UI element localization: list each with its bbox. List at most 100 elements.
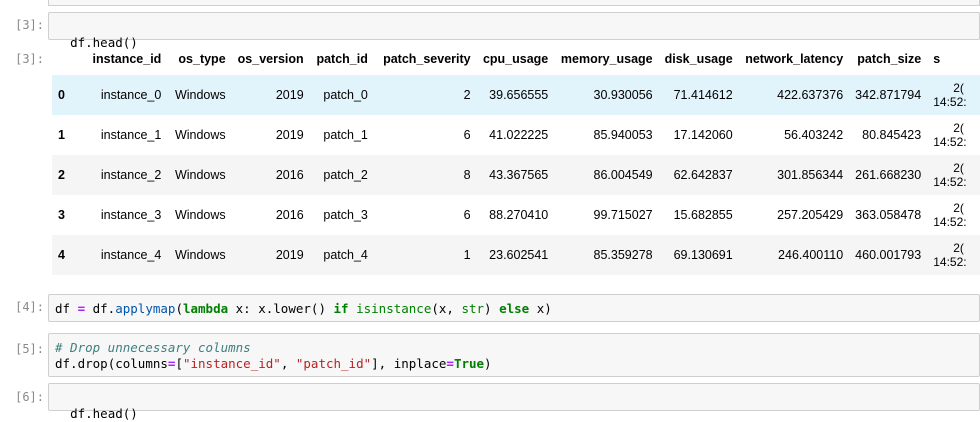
cell-instance-id: instance_3 (100, 208, 162, 222)
timestamp-top: 2( (953, 241, 964, 255)
row-index: 2 (58, 168, 65, 182)
row-index: 0 (58, 88, 65, 102)
table-header-row: instance_id os_type os_version patch_id … (52, 42, 980, 75)
code-token: ], inplace (371, 356, 447, 371)
cell-disk-usage: 17.142060 (673, 128, 733, 142)
cell-network-latency: 301.856344 (777, 168, 844, 182)
timestamp-bottom: 14:52: (933, 255, 967, 269)
table-row: 0 instance_0 Windows 2019 patch_0 2 39.6… (52, 75, 980, 115)
timestamp-bottom: 14:52: (933, 175, 967, 189)
cell-network-latency: 246.400110 (778, 248, 844, 262)
timestamp-top: 2( (953, 161, 964, 175)
row-index: 1 (58, 128, 65, 142)
cell-patch-size: 80.845423 (862, 128, 922, 142)
code-token: , (280, 356, 296, 371)
code-cell-6[interactable]: df.head() (48, 383, 980, 421)
code-cell-5[interactable]: # Drop unnecessary columns df.drop(colum… (48, 333, 980, 377)
code-token: () (310, 301, 334, 316)
code-function: applymap (115, 301, 176, 316)
cell-network-latency: 422.637376 (777, 88, 844, 102)
cell-memory-usage: 86.004549 (593, 168, 653, 182)
cell-patch-id: patch_1 (323, 128, 368, 142)
cell-cpu-usage: 39.656555 (489, 88, 549, 102)
code-token: x) (529, 301, 552, 316)
cell-patch-severity: 8 (463, 168, 471, 182)
cell-memory-usage: 85.940053 (593, 128, 653, 142)
cell-instance-id: instance_2 (100, 168, 162, 182)
code-token: x: x. (228, 301, 274, 316)
column-header-truncated: s (933, 51, 941, 66)
timestamp-top: 2( (953, 121, 964, 135)
timestamp-bottom: 14:52: (933, 135, 967, 149)
code-cell-4[interactable]: df = df.applymap(lambda x: x.lower() if … (48, 294, 980, 322)
input-prompt-4: [4]: (15, 300, 44, 314)
cell-timestamp-truncated: 2(14:52: (927, 195, 980, 235)
cell-patch-size: 363.058478 (855, 208, 922, 222)
cell-patch-id: patch_3 (323, 208, 368, 222)
code-token: df. (55, 356, 78, 371)
dataframe-table: instance_id os_type os_version patch_id … (52, 42, 980, 275)
code-token: ( (175, 301, 183, 316)
cell-network-latency: 56.403242 (784, 128, 844, 142)
code-text: df.head() (70, 406, 138, 421)
code-string: "instance_id" (182, 356, 281, 371)
previous-cell-bottom (48, 0, 980, 6)
cell-patch-id: patch_4 (323, 248, 368, 262)
cell-patch-severity: 2 (463, 88, 471, 102)
cell-patch-severity: 6 (463, 128, 471, 142)
cell-cpu-usage: 43.367565 (489, 168, 549, 182)
cell-os-type: Windows (174, 208, 226, 222)
code-token: df (55, 301, 78, 316)
cell-memory-usage: 99.715027 (593, 208, 653, 222)
code-token: (columns (107, 356, 168, 371)
output-prompt-3: [3]: (15, 52, 44, 66)
code-keyword: else (499, 301, 530, 316)
cell-os-version: 2019 (275, 248, 304, 262)
cell-timestamp-truncated: 2(14:52: (927, 235, 980, 275)
cell-timestamp-truncated: 2(14:52: (927, 75, 980, 115)
code-comment: # Drop unnecessary columns (55, 340, 251, 355)
cell-os-type: Windows (174, 248, 226, 262)
table-row: 4 instance_4 Windows 2019 patch_4 1 23.6… (52, 235, 980, 275)
code-method: lower (273, 301, 311, 316)
column-header: cpu_usage (482, 51, 549, 66)
input-prompt-5: [5]: (15, 342, 44, 356)
cell-patch-size: 342.871794 (855, 88, 922, 102)
column-header: os_version (237, 51, 304, 66)
cell-timestamp-truncated: 2(14:52: (927, 155, 980, 195)
cell-patch-id: patch_2 (323, 168, 368, 182)
cell-timestamp-truncated: 2(14:52: (927, 115, 980, 155)
row-index: 3 (58, 208, 65, 222)
timestamp-top: 2( (953, 201, 964, 215)
cell-disk-usage: 15.682855 (673, 208, 733, 222)
code-cell-3[interactable]: df.head() (48, 12, 980, 50)
cell-patch-size: 460.001793 (855, 248, 922, 262)
input-prompt-6: [6]: (15, 390, 44, 404)
code-token: (x, (431, 301, 462, 316)
cell-patch-id: patch_0 (323, 88, 368, 102)
cell-network-latency: 257.205429 (777, 208, 844, 222)
code-builtin: isinstance (356, 301, 432, 316)
cell-patch-severity: 6 (463, 208, 471, 222)
code-token: df. (85, 301, 116, 316)
cell-disk-usage: 71.414612 (673, 88, 733, 102)
cell-disk-usage: 62.642837 (673, 168, 733, 182)
cell-os-type: Windows (174, 88, 226, 102)
column-header: network_latency (745, 51, 844, 66)
column-header: patch_id (316, 51, 368, 66)
column-header: instance_id (92, 51, 162, 66)
timestamp-bottom: 14:52: (933, 215, 967, 229)
code-keyword: lambda (182, 301, 229, 316)
timestamp-top: 2( (953, 81, 964, 95)
cell-instance-id: instance_0 (100, 88, 162, 102)
cell-memory-usage: 85.359278 (593, 248, 653, 262)
cell-patch-size: 261.668230 (855, 168, 922, 182)
column-header: disk_usage (664, 51, 733, 66)
code-token: [ (175, 356, 183, 371)
cell-os-version: 2016 (275, 208, 304, 222)
code-builtin: str (461, 301, 485, 316)
cell-instance-id: instance_1 (100, 128, 162, 142)
cell-memory-usage: 30.930056 (593, 88, 653, 102)
cell-cpu-usage: 41.022225 (489, 128, 549, 142)
column-header: memory_usage (560, 51, 653, 66)
